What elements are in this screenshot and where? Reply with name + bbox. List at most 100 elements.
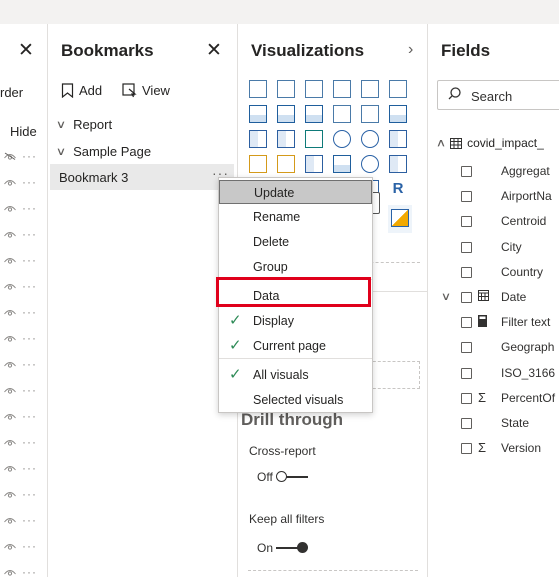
shape-map-icon[interactable]: [305, 155, 323, 173]
azure-map-icon[interactable]: [333, 155, 351, 173]
layer-row[interactable]: ···: [0, 409, 47, 426]
layer-more-options-button[interactable]: ···: [22, 357, 37, 371]
funnel-chart-icon[interactable]: [277, 130, 295, 148]
eye-icon[interactable]: [4, 516, 16, 524]
layer-row[interactable]: ···: [0, 201, 47, 218]
stacked-column-chart-icon[interactable]: [277, 80, 295, 98]
layer-row[interactable]: ···: [0, 565, 47, 577]
layer-more-options-button[interactable]: ···: [22, 227, 37, 241]
layer-row[interactable]: ···: [0, 149, 47, 166]
eye-icon[interactable]: [4, 230, 16, 238]
field-checkbox[interactable]: [461, 317, 472, 329]
menu-item-group[interactable]: Group: [219, 255, 372, 279]
eye-icon[interactable]: [4, 490, 16, 498]
field-checkbox[interactable]: [461, 292, 472, 303]
field-checkbox[interactable]: [461, 392, 472, 404]
stacked-area-chart-icon[interactable]: [305, 105, 323, 123]
layer-row[interactable]: ···: [0, 253, 47, 270]
layer-more-options-button[interactable]: ···: [22, 253, 37, 267]
scatter-chart-icon[interactable]: [305, 130, 323, 148]
layer-row[interactable]: ···: [0, 331, 47, 348]
line-chart-icon[interactable]: [249, 105, 267, 123]
layer-more-options-button[interactable]: ···: [22, 539, 37, 553]
field-checkbox[interactable]: [461, 443, 472, 455]
gauge-icon[interactable]: [361, 155, 379, 173]
eye-icon[interactable]: [4, 256, 16, 264]
field-checkbox[interactable]: [461, 166, 472, 177]
treemap-icon[interactable]: [389, 130, 407, 148]
bookmark-group-report[interactable]: ∨ Report: [56, 117, 112, 132]
menu-item-rename[interactable]: Rename: [219, 205, 372, 229]
eye-icon[interactable]: [4, 334, 16, 342]
layer-row[interactable]: ···: [0, 539, 47, 556]
cross-report-toggle[interactable]: Off: [257, 470, 308, 484]
menu-item-current-page[interactable]: ✓ Current page: [219, 334, 372, 358]
eye-hidden-icon[interactable]: [4, 152, 16, 160]
selection-order-label[interactable]: rder: [0, 85, 23, 100]
pie-chart-icon[interactable]: [333, 130, 351, 148]
layer-more-options-button[interactable]: ···: [22, 565, 37, 577]
layer-more-options-button[interactable]: ···: [22, 201, 37, 215]
field-checkbox[interactable]: [461, 266, 472, 278]
selection-hide-label[interactable]: Hide: [10, 124, 37, 139]
map-icon[interactable]: [249, 155, 267, 173]
bookmark-group-sample-page[interactable]: ∨ Sample Page: [56, 144, 151, 159]
layer-row[interactable]: ···: [0, 175, 47, 192]
filled-map-icon[interactable]: [277, 155, 295, 173]
field-checkbox[interactable]: [461, 367, 472, 379]
selection-close-button[interactable]: ✕: [18, 39, 34, 62]
layer-more-options-button[interactable]: ···: [22, 149, 37, 163]
eye-icon[interactable]: [4, 360, 16, 368]
layer-row[interactable]: ···: [0, 305, 47, 322]
field-table-covid-impact[interactable]: ∨ covid_impact_: [436, 136, 544, 150]
line-clustered-column-chart-icon[interactable]: [333, 105, 351, 123]
menu-item-delete[interactable]: Delete: [219, 230, 372, 254]
field-well[interactable]: [368, 361, 420, 389]
field-checkbox[interactable]: [461, 216, 472, 228]
layer-more-options-button[interactable]: ···: [22, 305, 37, 319]
eye-icon[interactable]: [4, 308, 16, 316]
bookmark-item-selected[interactable]: Bookmark 3 ···: [50, 164, 234, 190]
field-checkbox[interactable]: [461, 241, 472, 253]
power-apps-icon[interactable]: [388, 205, 412, 233]
line-stacked-column-chart-icon[interactable]: [361, 105, 379, 123]
layer-row[interactable]: ···: [0, 513, 47, 530]
layer-row[interactable]: ···: [0, 435, 47, 452]
chevron-down-icon[interactable]: ∨: [441, 290, 451, 303]
menu-item-selected-visuals[interactable]: Selected visuals: [219, 388, 372, 412]
field-checkbox[interactable]: [461, 418, 472, 429]
100-percent-column-chart-icon[interactable]: [389, 80, 407, 98]
clustered-bar-chart-icon[interactable]: [305, 80, 323, 98]
layer-more-options-button[interactable]: ···: [22, 513, 37, 527]
layer-row[interactable]: ···: [0, 357, 47, 374]
layer-row[interactable]: ···: [0, 383, 47, 400]
eye-icon[interactable]: [4, 438, 16, 446]
menu-item-display[interactable]: ✓ Display: [219, 309, 372, 333]
area-chart-icon[interactable]: [277, 105, 295, 123]
layer-more-options-button[interactable]: ···: [22, 279, 37, 293]
field-checkbox[interactable]: [461, 342, 472, 354]
waterfall-chart-icon[interactable]: [249, 130, 267, 148]
clustered-column-chart-icon[interactable]: [333, 80, 351, 98]
eye-icon[interactable]: [4, 282, 16, 290]
fields-search-input[interactable]: Search: [437, 80, 559, 110]
layer-more-options-button[interactable]: ···: [22, 435, 37, 449]
eye-icon[interactable]: [4, 178, 16, 186]
layer-more-options-button[interactable]: ···: [22, 487, 37, 501]
stacked-bar-chart-icon[interactable]: [249, 80, 267, 98]
ribbon-chart-icon[interactable]: [389, 105, 407, 123]
card-icon[interactable]: [389, 155, 407, 173]
eye-icon[interactable]: [4, 542, 16, 550]
layer-row[interactable]: ···: [0, 461, 47, 478]
layer-row[interactable]: ···: [0, 487, 47, 504]
menu-item-update[interactable]: Update: [219, 180, 372, 204]
add-bookmark-button[interactable]: Add: [61, 83, 102, 98]
100-percent-bar-chart-icon[interactable]: [361, 80, 379, 98]
eye-icon[interactable]: [4, 386, 16, 394]
layer-row[interactable]: ···: [0, 227, 47, 244]
eye-icon[interactable]: [4, 568, 16, 576]
expand-visualizations-button[interactable]: ›: [408, 41, 413, 59]
layer-more-options-button[interactable]: ···: [22, 331, 37, 345]
layer-more-options-button[interactable]: ···: [22, 175, 37, 189]
view-bookmarks-button[interactable]: View: [122, 83, 170, 98]
